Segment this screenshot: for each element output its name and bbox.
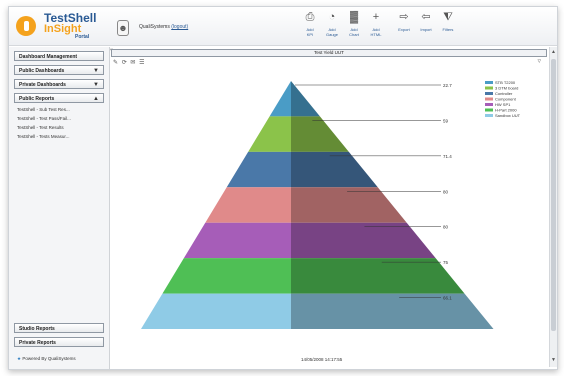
pyramid-layer-side[interactable] (291, 116, 349, 152)
add-chart-icon: ▓ (349, 11, 359, 23)
legend-label: 3 DTM board (495, 86, 518, 91)
report-item[interactable]: TestShell - Test Pass/Fail... (14, 114, 104, 123)
user-icon: ☻ (117, 20, 129, 36)
pyramid-layer-side[interactable] (291, 81, 320, 117)
pyramid-layer-front[interactable] (205, 187, 291, 223)
chevron-up-icon: ▲ (93, 96, 99, 102)
data-label: 71.4 (443, 154, 452, 159)
add-html-button[interactable]: + Add HTML (365, 11, 387, 37)
legend-label: Controller (495, 91, 513, 96)
public-reports-button[interactable]: Public Reports ▲ (14, 93, 104, 103)
add-kpi-label: Add KPI (306, 27, 314, 37)
export-button[interactable]: ⇨ Export (393, 11, 415, 32)
legend-label: Component (495, 97, 517, 102)
legend-label: HW SP1 (495, 102, 511, 107)
scroll-thumb[interactable] (551, 59, 556, 331)
legend-swatch (485, 114, 493, 117)
pyramid-layer-front[interactable] (226, 151, 291, 188)
pyramid-layer-side[interactable] (291, 222, 436, 259)
chevron-down-icon: ▼ (93, 82, 99, 88)
public-reports-label: Public Reports (19, 96, 55, 102)
header-bar: TestShell InSight Portal ☻ QualiSystems … (9, 7, 557, 46)
import-label: Import (420, 27, 432, 32)
filters-icon: ⧨ (443, 11, 453, 23)
pyramid-layer-side[interactable] (291, 258, 465, 294)
add-gauge-label: Add Gauge (325, 27, 338, 37)
legend-swatch (485, 92, 493, 95)
import-icon: ⇦ (421, 11, 431, 23)
export-label: Export (398, 27, 410, 32)
add-gauge-button[interactable]: ◔ Add Gauge (321, 11, 343, 37)
chevron-down-icon: ▼ (93, 68, 99, 74)
data-label: 66.1 (443, 296, 452, 301)
pyramid-layer-side[interactable] (291, 151, 378, 188)
legend-swatch (485, 108, 493, 112)
filters-button[interactable]: ⧨ Filters (437, 11, 459, 32)
filters-label: Filters (442, 27, 454, 32)
report-list: TestShell - Sub Test Res... TestShell - … (14, 105, 104, 141)
pyramid-layer-front[interactable] (269, 81, 291, 117)
powered-by-text: Powered By QualiSystems (22, 356, 76, 361)
report-item[interactable]: TestShell - Tests Measur... (14, 132, 104, 141)
legend-label: Sandbox UUT (495, 113, 521, 118)
report-item[interactable]: TestShell - Sub Test Res... (14, 105, 104, 114)
logout-link[interactable]: (logout) (171, 24, 188, 30)
pyramid-layer-front[interactable] (162, 258, 291, 294)
add-chart-button[interactable]: ▓ Add Chart (343, 11, 365, 37)
pyramid-chart: 22.7 59 71.4 80 80 75 66.1 STB T22003 DTM board… (141, 80, 521, 329)
pyramid-layer-front[interactable] (248, 116, 291, 152)
data-label: 22.7 (443, 83, 452, 88)
sidebar: Dashboard Management Public Dashboards ▼… (9, 47, 110, 369)
legend-swatch (485, 81, 493, 84)
pyramid-layer-side[interactable] (291, 293, 494, 329)
report-date: 14/05/2008 14:17:55 (301, 357, 343, 362)
export-icon: ⇨ (399, 11, 409, 23)
scroll-down-icon[interactable]: ▼ (551, 357, 556, 363)
powered-by: ★ Powered By QualiSystems (17, 356, 76, 362)
app-window: TestShell InSight Portal ☻ QualiSystems … (8, 6, 558, 370)
legend-swatch (485, 97, 493, 101)
add-html-icon: + (372, 11, 380, 23)
public-dashboards-label: Public Dashboards (19, 68, 65, 74)
dashboard-management-button[interactable]: Dashboard Management (14, 51, 104, 61)
public-dashboards-button[interactable]: Public Dashboards ▼ (14, 65, 104, 75)
logo-portal: Portal (75, 34, 90, 40)
user-info: QualiSystems (logout) (139, 24, 188, 30)
data-label: 59 (443, 118, 449, 123)
data-label: 75 (443, 260, 449, 265)
pyramid-layer-front[interactable] (183, 222, 291, 259)
add-chart-label: Add Chart (349, 27, 359, 37)
add-gauge-icon: ◔ (328, 11, 336, 23)
qualisystems-logo-icon: ★ (17, 356, 22, 361)
legend-label: STB T2200 (495, 80, 516, 85)
username: QualiSystems (139, 24, 170, 30)
legend-swatch (485, 86, 493, 90)
pyramid-layer-front[interactable] (141, 293, 291, 329)
report-item[interactable]: TestShell - Test Results (14, 123, 104, 132)
import-button[interactable]: ⇦ Import (415, 11, 437, 32)
legend-label: H-Part 2000 (495, 108, 517, 113)
add-kpi-button[interactable]: ⎙ Add KPI (299, 11, 321, 37)
private-reports-button[interactable]: Private Reports (14, 337, 104, 347)
add-kpi-icon: ⎙ (305, 11, 315, 23)
main-panel: Test Yield UUT ✎ ⟳ ✉ ☰ ▿ 22.7 59 71.4 80 80 7… (111, 47, 547, 367)
data-label: 80 (443, 189, 449, 194)
pyramid-layer-side[interactable] (291, 187, 407, 223)
logo-icon (16, 16, 36, 36)
data-label: 80 (443, 225, 449, 230)
private-dashboards-label: Private Dashboards (19, 82, 66, 88)
vertical-scrollbar[interactable]: ▲ ▼ (549, 47, 557, 367)
add-html-label: Add HTML (370, 27, 382, 37)
legend-swatch (485, 103, 493, 106)
scroll-up-icon[interactable]: ▲ (551, 49, 556, 55)
panel-title: Test Yield UUT (111, 49, 547, 57)
studio-reports-button[interactable]: Studio Reports (14, 323, 104, 333)
private-dashboards-button[interactable]: Private Dashboards ▼ (14, 79, 104, 89)
